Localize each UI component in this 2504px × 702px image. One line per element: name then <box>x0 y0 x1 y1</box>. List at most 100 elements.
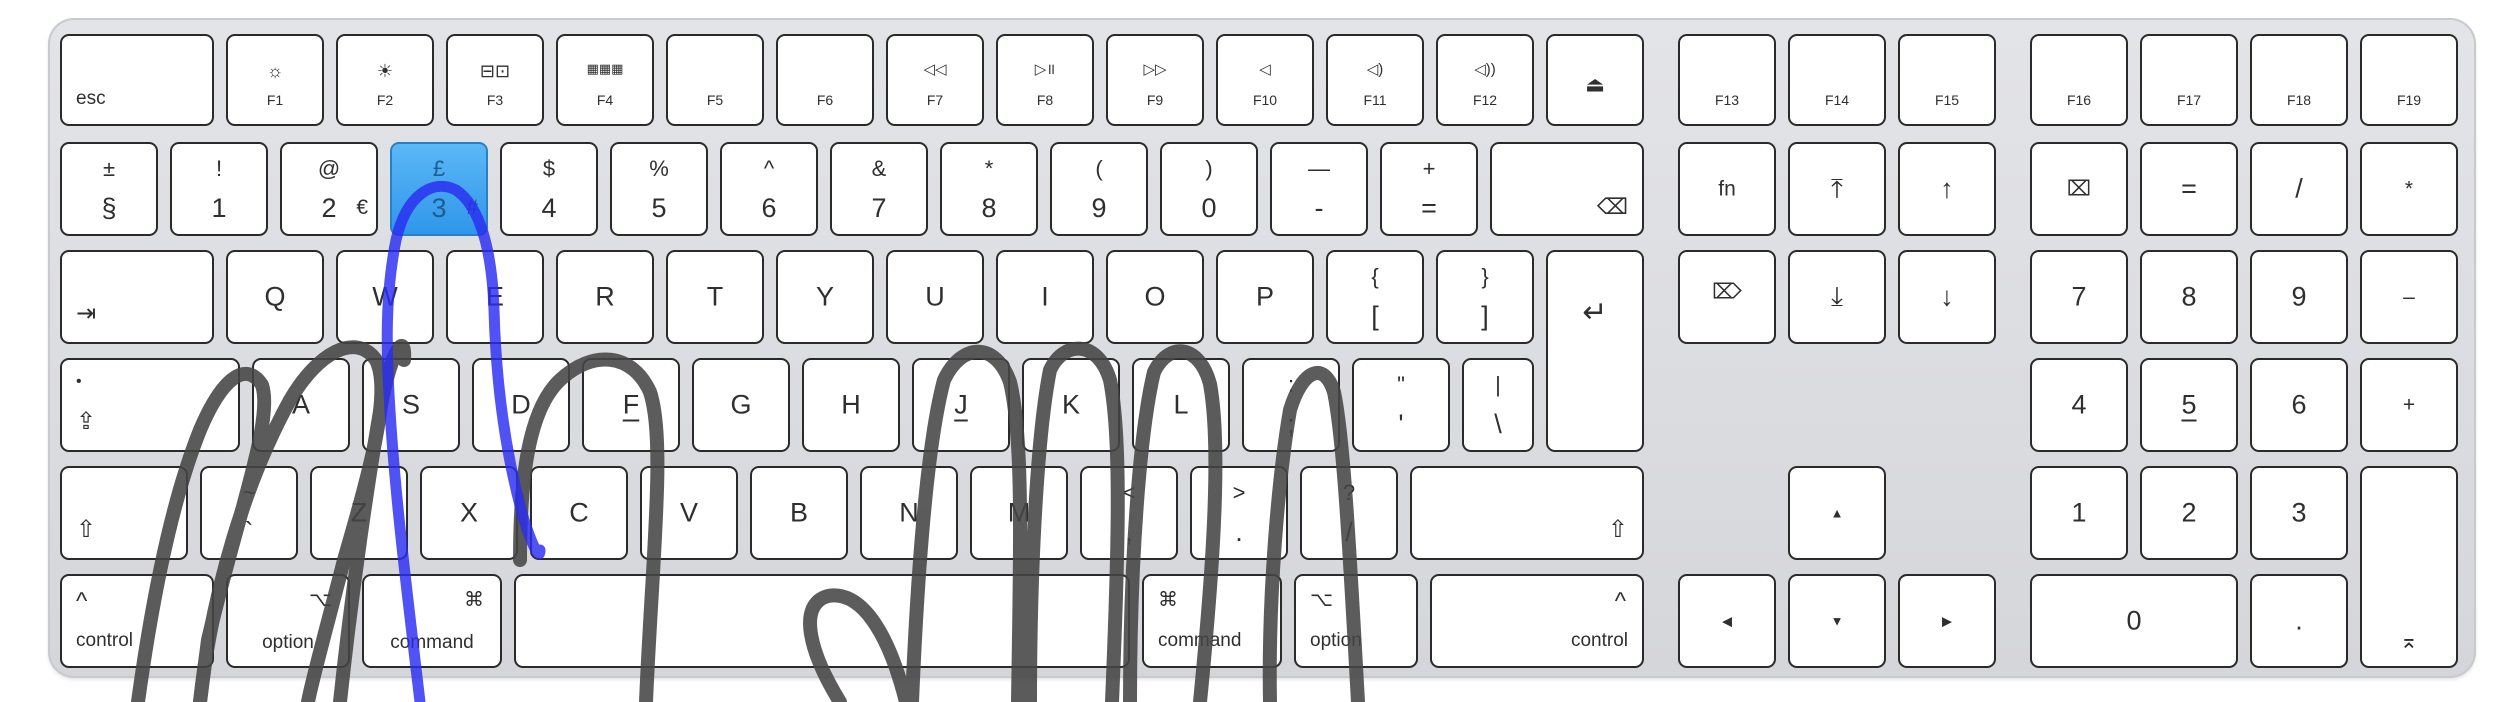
key-right-option[interactable]: ⌥ option <box>1294 574 1418 668</box>
key-numpad-7[interactable]: 7 <box>2030 250 2128 344</box>
key-right-shift[interactable]: ⇧ <box>1410 466 1644 560</box>
key-right-control[interactable]: ^ control <box>1430 574 1644 668</box>
key-g[interactable]: G <box>692 358 790 452</box>
key-arrow-down[interactable]: ▼ <box>1788 574 1886 668</box>
key-tilde[interactable]: ~ ` <box>200 466 298 560</box>
key-f3[interactable]: ⊟⊡ F3 <box>446 34 544 126</box>
key-equals[interactable]: + = <box>1380 142 1478 236</box>
key-forward-delete[interactable]: ⌦ <box>1678 250 1776 344</box>
key-u[interactable]: U <box>886 250 984 344</box>
key-z[interactable]: Z <box>310 466 408 560</box>
key-semicolon[interactable]: : ; <box>1242 358 1340 452</box>
key-5[interactable]: % 5 <box>610 142 708 236</box>
key-home[interactable]: ⤒ <box>1788 142 1886 236</box>
key-f7[interactable]: ◁◁ F7 <box>886 34 984 126</box>
key-w[interactable]: W <box>336 250 434 344</box>
key-caps-lock[interactable]: • ⇪ <box>60 358 240 452</box>
key-numpad-5[interactable]: 5 <box>2140 358 2238 452</box>
key-backslash[interactable]: | \ <box>1462 358 1534 452</box>
key-numpad-minus[interactable]: – <box>2360 250 2458 344</box>
key-f14[interactable]: F14 <box>1788 34 1886 126</box>
key-f15[interactable]: F15 <box>1898 34 1996 126</box>
key-space[interactable] <box>514 574 1130 668</box>
key-f9[interactable]: ▷▷ F9 <box>1106 34 1204 126</box>
key-period[interactable]: > . <box>1190 466 1288 560</box>
key-l[interactable]: L <box>1132 358 1230 452</box>
key-8[interactable]: * 8 <box>940 142 1038 236</box>
key-slash[interactable]: ? / <box>1300 466 1398 560</box>
key-f17[interactable]: F17 <box>2140 34 2238 126</box>
key-numpad-enter[interactable]: ⌅ <box>2360 466 2458 668</box>
key-f16[interactable]: F16 <box>2030 34 2128 126</box>
key-t[interactable]: T <box>666 250 764 344</box>
key-arrow-right[interactable]: ▶ <box>1898 574 1996 668</box>
key-end[interactable]: ⤓ <box>1788 250 1886 344</box>
key-f2[interactable]: ☀ F2 <box>336 34 434 126</box>
key-q[interactable]: Q <box>226 250 324 344</box>
key-y[interactable]: Y <box>776 250 874 344</box>
key-left-shift[interactable]: ⇧ <box>60 466 188 560</box>
key-numpad-dot[interactable]: . <box>2250 574 2348 668</box>
key-delete[interactable]: ⌫ <box>1490 142 1644 236</box>
key-4[interactable]: $ 4 <box>500 142 598 236</box>
key-c[interactable]: C <box>530 466 628 560</box>
key-tab[interactable]: ⇥ <box>60 250 214 344</box>
key-page-down[interactable]: ↓ <box>1898 250 1996 344</box>
key-2[interactable]: @ 2 € <box>280 142 378 236</box>
key-numpad-divide[interactable]: / <box>2250 142 2348 236</box>
key-numpad-1[interactable]: 1 <box>2030 466 2128 560</box>
key-j[interactable]: J <box>912 358 1010 452</box>
key-f4[interactable]: ▦▦▦ F4 <box>556 34 654 126</box>
key-numpad-4[interactable]: 4 <box>2030 358 2128 452</box>
key-arrow-up[interactable]: ▲ <box>1788 466 1886 560</box>
key-left-command[interactable]: ⌘ command <box>362 574 502 668</box>
key-9[interactable]: ( 9 <box>1050 142 1148 236</box>
key-f[interactable]: F <box>582 358 680 452</box>
key-numpad-2[interactable]: 2 <box>2140 466 2238 560</box>
key-f1[interactable]: ☼ F1 <box>226 34 324 126</box>
key-arrow-left[interactable]: ◀ <box>1678 574 1776 668</box>
key-k[interactable]: K <box>1022 358 1120 452</box>
key-f11[interactable]: ◁) F11 <box>1326 34 1424 126</box>
key-esc[interactable]: esc <box>60 34 214 126</box>
key-fn[interactable]: fn <box>1678 142 1776 236</box>
key-numpad-plus[interactable]: + <box>2360 358 2458 452</box>
key-f18[interactable]: F18 <box>2250 34 2348 126</box>
key-comma[interactable]: < , <box>1080 466 1178 560</box>
key-left-control[interactable]: ^ control <box>60 574 214 668</box>
key-right-command[interactable]: ⌘ command <box>1142 574 1282 668</box>
key-numpad-9[interactable]: 9 <box>2250 250 2348 344</box>
key-3[interactable]: £ 3 # <box>390 142 488 236</box>
key-a[interactable]: A <box>252 358 350 452</box>
key-f8[interactable]: ▷॥ F8 <box>996 34 1094 126</box>
key-clear[interactable]: ⌧ <box>2030 142 2128 236</box>
key-7[interactable]: & 7 <box>830 142 928 236</box>
key-f5[interactable]: F5 <box>666 34 764 126</box>
key-h[interactable]: H <box>802 358 900 452</box>
key-f6[interactable]: F6 <box>776 34 874 126</box>
key-section[interactable]: ± § <box>60 142 158 236</box>
key-m[interactable]: M <box>970 466 1068 560</box>
key-0[interactable]: ) 0 <box>1160 142 1258 236</box>
key-page-up[interactable]: ↑ <box>1898 142 1996 236</box>
key-n[interactable]: N <box>860 466 958 560</box>
key-return[interactable]: ↵ <box>1546 250 1644 452</box>
key-left-brace[interactable]: { [ <box>1326 250 1424 344</box>
key-6[interactable]: ^ 6 <box>720 142 818 236</box>
key-numpad-3[interactable]: 3 <box>2250 466 2348 560</box>
key-f13[interactable]: F13 <box>1678 34 1776 126</box>
key-numpad-8[interactable]: 8 <box>2140 250 2238 344</box>
key-left-option[interactable]: ⌥ option <box>226 574 350 668</box>
key-1[interactable]: ! 1 <box>170 142 268 236</box>
key-right-brace[interactable]: } ] <box>1436 250 1534 344</box>
key-o[interactable]: O <box>1106 250 1204 344</box>
key-b[interactable]: B <box>750 466 848 560</box>
key-r[interactable]: R <box>556 250 654 344</box>
key-e[interactable]: E <box>446 250 544 344</box>
key-f19[interactable]: F19 <box>2360 34 2458 126</box>
key-x[interactable]: X <box>420 466 518 560</box>
key-numpad-multiply[interactable]: * <box>2360 142 2458 236</box>
key-numpad-equals[interactable]: = <box>2140 142 2238 236</box>
key-p[interactable]: P <box>1216 250 1314 344</box>
key-quote[interactable]: " ' <box>1352 358 1450 452</box>
